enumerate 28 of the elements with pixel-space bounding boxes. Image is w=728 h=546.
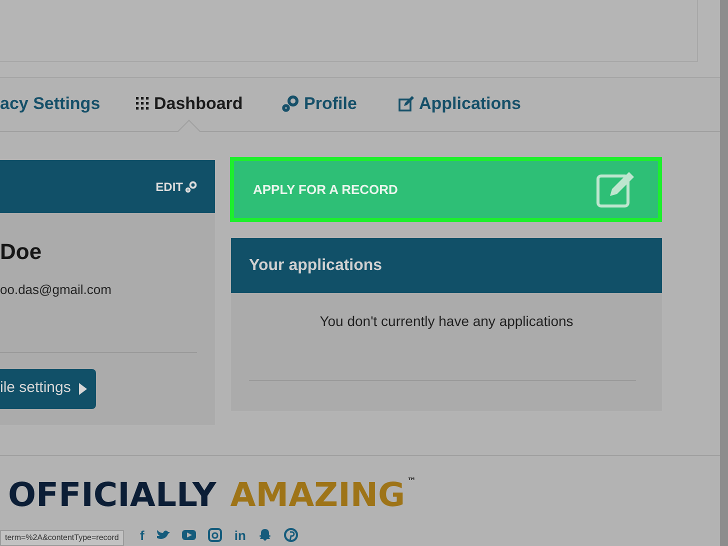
social-link[interactable]: f <box>140 528 144 542</box>
tab[interactable]: acy Settings <box>0 91 100 116</box>
status-bar: term=%2A&contentType=record <box>0 530 124 546</box>
profile-name: Doe <box>0 238 43 266</box>
bird-icon[interactable] <box>156 528 170 542</box>
grid-icon <box>136 97 149 110</box>
gears-icon <box>282 95 299 112</box>
camera-icon[interactable] <box>208 528 222 542</box>
slogan-text: OFFICIALLY <box>8 478 216 511</box>
slogan-text: AMAZING <box>230 478 406 511</box>
gears-icon <box>185 180 197 192</box>
scrollbar[interactable] <box>720 0 728 546</box>
social-link[interactable]: in <box>234 528 246 542</box>
caret-icon <box>78 382 87 394</box>
pin-icon[interactable] <box>284 528 298 542</box>
apply-button[interactable]: APPLY FOR A RECORD <box>230 157 662 222</box>
edit-icon <box>398 96 414 112</box>
edit-link[interactable]: EDIT <box>156 178 197 196</box>
tab[interactable]: Profile <box>282 91 357 116</box>
play-icon[interactable] <box>182 528 196 542</box>
tab[interactable]: Dashboard <box>136 91 243 116</box>
profile-settings-button[interactable]: ile settings <box>0 368 96 408</box>
profile-email: oo.das@gmail.com <box>0 281 112 299</box>
trademark-mark: ™ <box>407 478 416 487</box>
tab[interactable]: Applications <box>398 91 522 116</box>
panel-title: Your applications <box>231 238 662 293</box>
ghost-icon[interactable] <box>258 528 272 542</box>
empty-message: You don't currently have any applications <box>318 312 574 331</box>
